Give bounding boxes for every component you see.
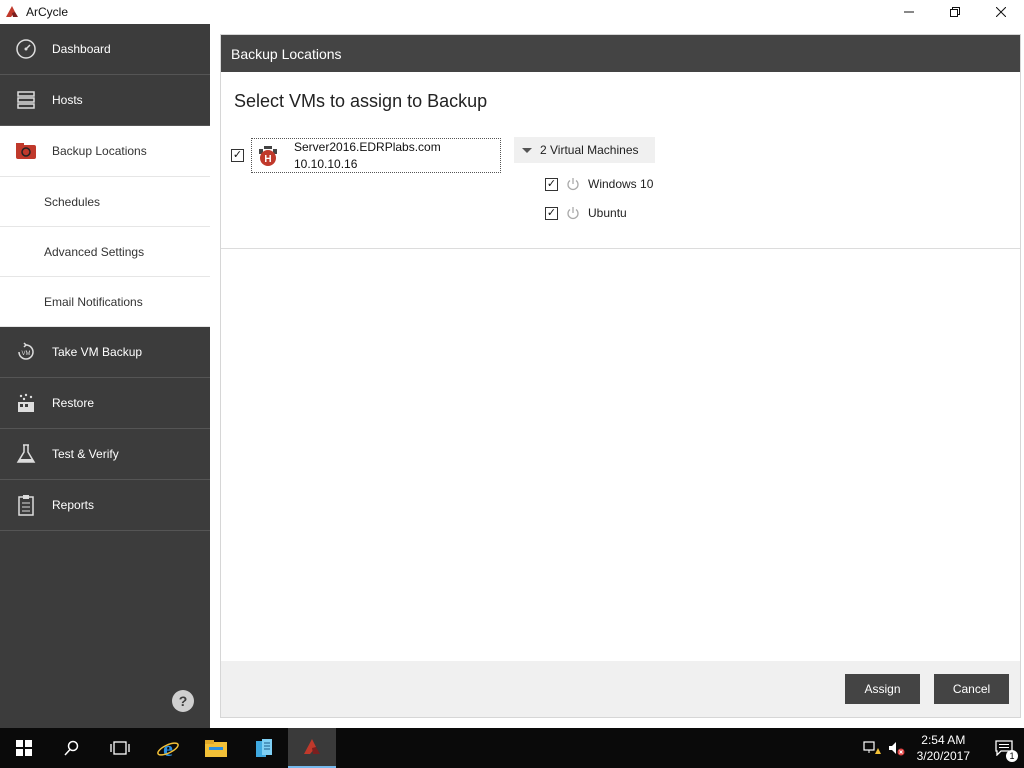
app-title: ArCycle [26, 5, 69, 19]
taskbar: e 2:54 AM 3/20/2017 1 [0, 728, 1024, 768]
sidebar-item-label: Take VM Backup [52, 345, 143, 359]
main-content: Backup Locations Select VMs to assign to… [210, 24, 1024, 728]
server-manager-icon [256, 739, 272, 757]
power-icon [567, 178, 579, 191]
flask-icon [14, 442, 38, 466]
taskbar-arcycle[interactable] [288, 728, 336, 768]
windows-icon [16, 740, 32, 756]
host-card[interactable]: H Server2016.EDRPlabs.com 10.10.10.16 [251, 138, 501, 173]
sidebar-item-test-verify[interactable]: Test & Verify [0, 429, 210, 480]
host-name: Server2016.EDRPlabs.com [294, 139, 441, 154]
sidebar-item-label: Test & Verify [52, 447, 119, 461]
sidebar-item-label: Schedules [44, 194, 101, 209]
host-row: ✓ H Server2016.EDRPlabs.com 10.10.10.16 [231, 138, 501, 173]
sidebar-item-label: Backup Locations [52, 144, 147, 158]
clock[interactable]: 2:54 AM 3/20/2017 [917, 732, 970, 764]
sidebar-item-label: Hosts [52, 93, 83, 107]
host-checkbox[interactable]: ✓ [231, 149, 244, 162]
panel-footer: Assign Cancel [221, 661, 1020, 717]
sidebar-item-label: Email Notifications [44, 294, 143, 309]
backup-locations-icon [14, 139, 38, 163]
vm-checkbox[interactable]: ✓ [545, 206, 558, 220]
search-icon [64, 740, 79, 756]
vm-checkbox[interactable]: ✓ [545, 177, 558, 191]
sidebar-item-label: Restore [52, 396, 95, 410]
sidebar-item-reports[interactable]: Reports [0, 480, 210, 531]
sidebar-item-advanced-settings[interactable]: Advanced Settings [0, 227, 210, 277]
cancel-button[interactable]: Cancel [934, 674, 1009, 704]
vm-group-label: 2 Virtual Machines [540, 143, 639, 157]
volume-muted-icon[interactable] [887, 740, 905, 756]
vm-item-ubuntu: ✓ Ubuntu [545, 206, 627, 220]
hosts-icon [14, 88, 38, 112]
task-view-button[interactable] [96, 728, 144, 768]
search-button[interactable] [48, 728, 96, 768]
backup-locations-panel: Backup Locations Select VMs to assign to… [220, 34, 1021, 718]
sidebar-item-schedules[interactable]: Schedules [0, 177, 210, 227]
start-button[interactable] [0, 728, 48, 768]
minimize-button[interactable] [886, 0, 932, 24]
clipboard-icon [14, 493, 38, 517]
host-ip: 10.10.10.16 [294, 156, 358, 171]
notification-badge: 1 [1006, 750, 1018, 762]
restore-icon [14, 391, 38, 415]
system-tray: 2:54 AM 3/20/2017 1 [863, 728, 1024, 768]
sidebar-item-restore[interactable]: Restore [0, 378, 210, 429]
vm-group-toggle[interactable]: 2 Virtual Machines [514, 137, 655, 163]
arcycle-logo-icon [6, 6, 18, 17]
folder-icon [205, 740, 227, 757]
caret-down-icon [522, 147, 532, 153]
restore-window-button[interactable] [932, 0, 978, 24]
page-title: Select VMs to assign to Backup [234, 91, 488, 111]
sidebar-item-label: Advanced Settings [44, 244, 145, 259]
sidebar-item-backup-locations[interactable]: Backup Locations [0, 126, 210, 177]
action-center-button[interactable]: 1 [984, 728, 1024, 768]
arcycle-logo-icon [304, 739, 320, 754]
sidebar-item-email-notifications[interactable]: Email Notifications [0, 277, 210, 327]
sidebar-item-hosts[interactable]: Hosts [0, 75, 210, 126]
vm-name: Ubuntu [588, 206, 627, 220]
task-view-icon [110, 741, 130, 755]
dashboard-icon [14, 37, 38, 61]
vm-item-windows-10: ✓ Windows 10 [545, 177, 653, 191]
svg-text:e: e [163, 736, 173, 760]
internet-explorer-icon: e [157, 736, 179, 760]
sidebar-item-label: Reports [52, 498, 95, 512]
taskbar-server-manager[interactable] [240, 728, 288, 768]
sidebar-item-take-vm-backup[interactable]: VM Take VM Backup [0, 327, 210, 378]
taskbar-internet-explorer[interactable]: e [144, 728, 192, 768]
svg-text:VM: VM [22, 351, 31, 357]
clock-date: 3/20/2017 [916, 749, 970, 763]
hyperv-host-icon: H [259, 145, 277, 166]
close-button[interactable] [978, 0, 1024, 24]
vm-name: Windows 10 [588, 177, 654, 191]
minimize-icon [904, 11, 914, 13]
restore-window-icon [950, 7, 960, 17]
divider [221, 248, 1020, 249]
sidebar: Dashboard Hosts Backup Locations Schedul… [0, 24, 210, 728]
network-warning-icon[interactable] [863, 740, 881, 756]
vm-backup-icon: VM [14, 340, 38, 364]
close-icon [996, 7, 1006, 17]
vm-group: 2 Virtual Machines ✓ Windows 10 ✓ Ubuntu [514, 137, 655, 220]
title-bar: ArCycle [0, 0, 1024, 24]
svg-text:H: H [264, 154, 271, 165]
assign-button[interactable]: Assign [845, 674, 920, 704]
power-icon [567, 207, 579, 220]
sidebar-item-label: Dashboard [52, 42, 111, 56]
help-button[interactable]: ? [172, 690, 194, 712]
taskbar-file-explorer[interactable] [192, 728, 240, 768]
sidebar-item-dashboard[interactable]: Dashboard [0, 24, 210, 75]
panel-header: Backup Locations [221, 35, 1020, 72]
clock-time: 2:54 AM [921, 733, 966, 747]
